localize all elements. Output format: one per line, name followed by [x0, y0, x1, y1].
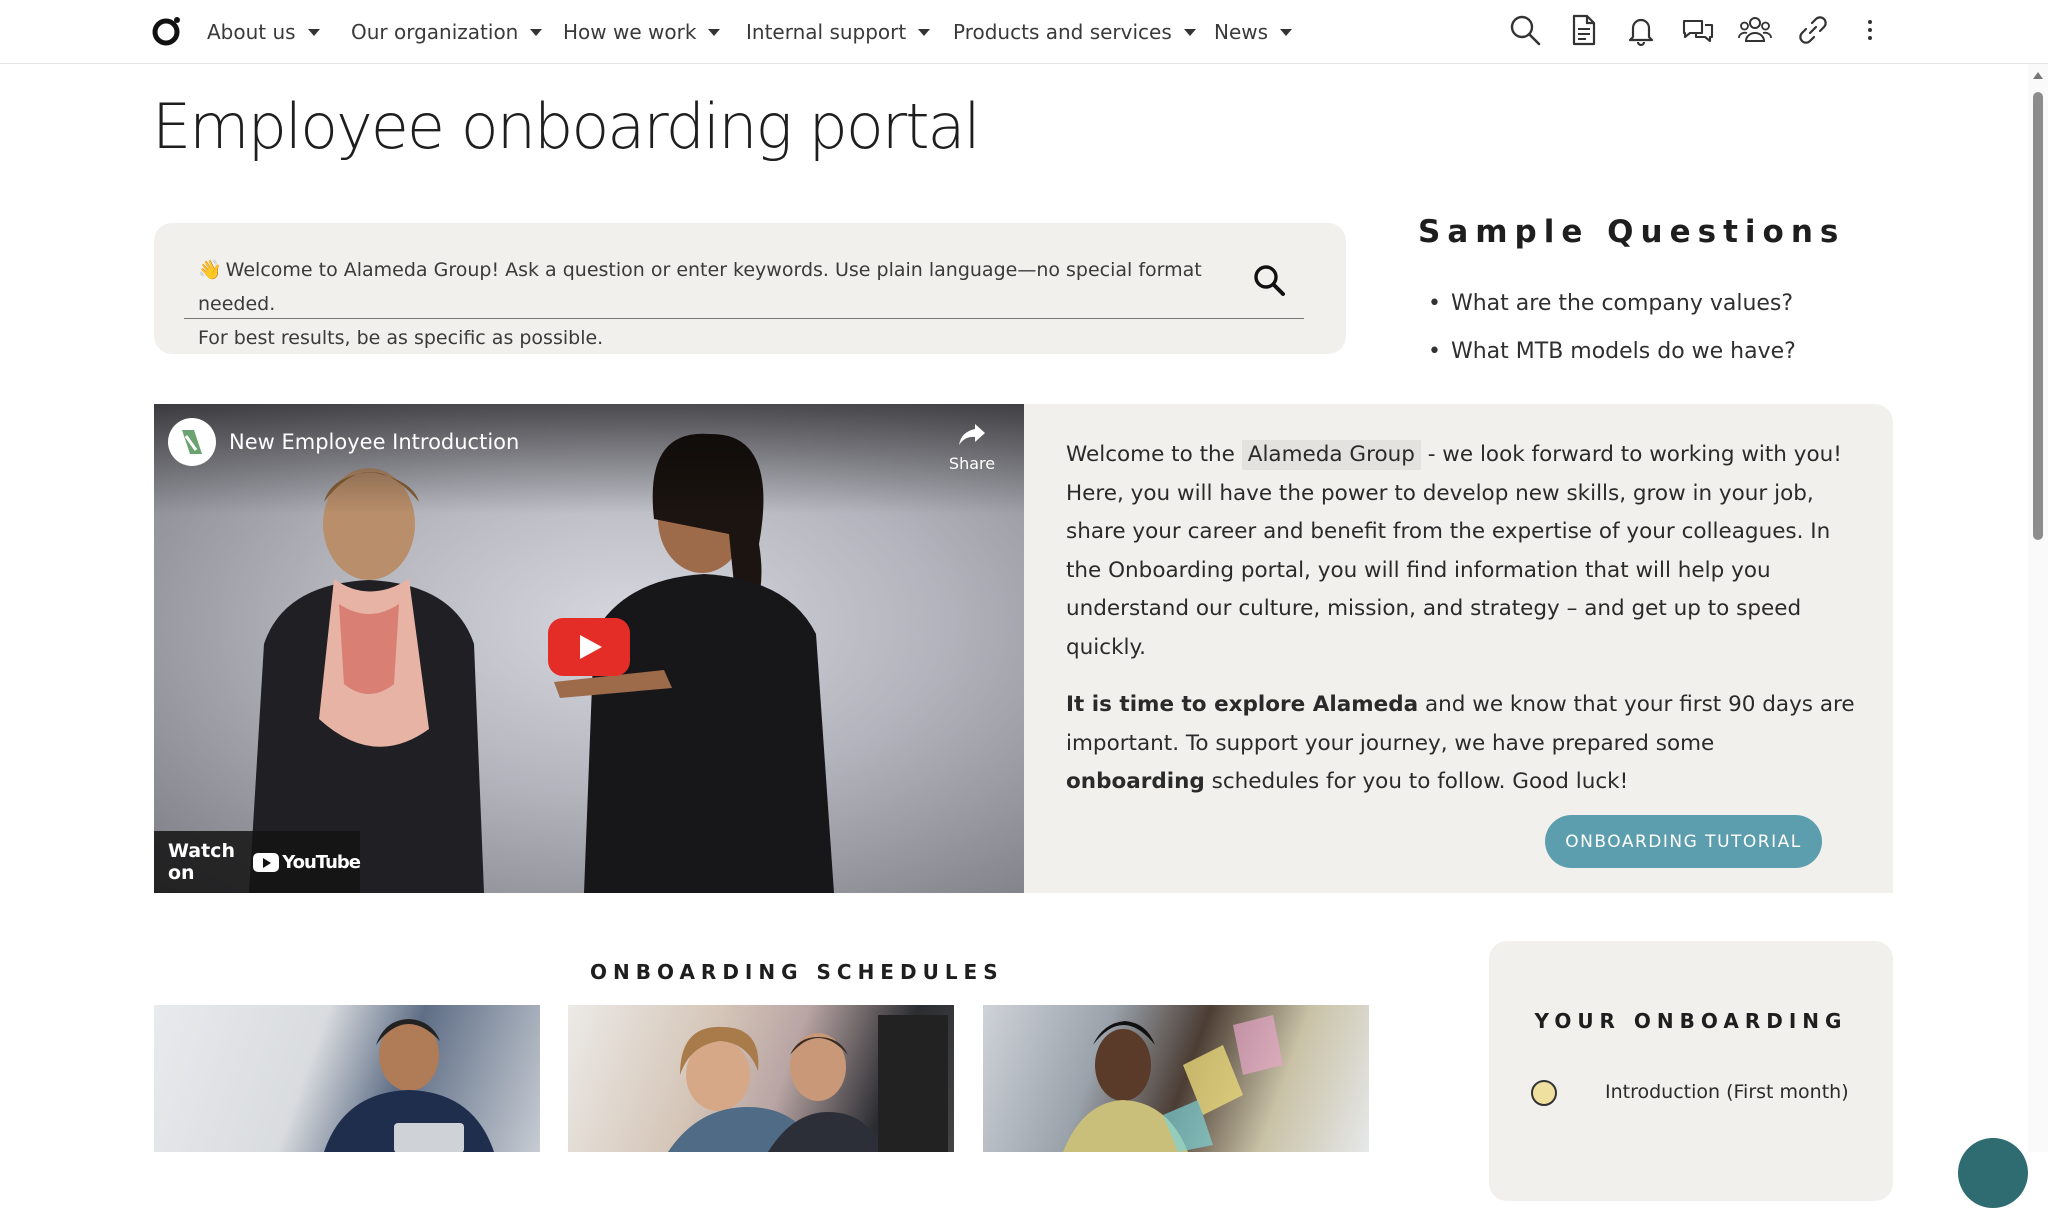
welcome-bold-text: onboarding	[1066, 769, 1205, 794]
video-top-shade	[154, 404, 1024, 514]
welcome-text-span: - we look forward to working with you! H…	[1066, 442, 1842, 660]
schedule-card-image[interactable]	[154, 1005, 540, 1152]
schedule-card-image[interactable]	[568, 1005, 954, 1152]
sample-question-item[interactable]: What MTB models do we have?	[1428, 328, 1796, 376]
nav-our-organization-label: Our organization	[351, 20, 519, 44]
nav-how-we-work[interactable]: How we work	[563, 17, 721, 47]
schedule-card-photo	[668, 1015, 948, 1152]
page-title: Employee onboarding portal	[152, 90, 981, 163]
chat-icon[interactable]	[1681, 13, 1715, 47]
schedule-card-photo	[1063, 1015, 1283, 1152]
top-navigation-bar: About us Our organization How we work In…	[0, 0, 2048, 64]
search-prompt-line-2: For best results, be as specific as poss…	[198, 327, 604, 349]
document-icon[interactable]	[1566, 13, 1600, 47]
welcome-text-span: schedules for you to follow. Good luck!	[1211, 769, 1629, 794]
bell-icon[interactable]	[1624, 13, 1658, 47]
nav-products-and-services-label: Products and services	[953, 20, 1172, 44]
nav-internal-support-label: Internal support	[746, 20, 907, 44]
onboarding-schedules-title: ONBOARDING SCHEDULES	[590, 960, 1004, 984]
search-underline	[184, 318, 1304, 319]
channel-avatar-icon[interactable]	[168, 418, 216, 466]
company-logo-icon[interactable]	[152, 16, 182, 46]
chevron-down-icon	[918, 28, 931, 36]
sample-question-item[interactable]: What are the company values?	[1428, 280, 1796, 328]
video-title[interactable]: New Employee Introduction	[229, 430, 519, 454]
welcome-text-span: Welcome to the	[1066, 442, 1235, 467]
search-input[interactable]: 👋 Welcome to Alameda Group! Ask a questio…	[198, 253, 1218, 355]
chevron-down-icon	[708, 28, 721, 36]
scroll-up-arrow-icon[interactable]	[2033, 72, 2043, 79]
nav-our-organization[interactable]: Our organization	[351, 17, 543, 47]
nav-about-us-label: About us	[207, 20, 296, 44]
share-label: Share	[948, 454, 996, 473]
schedule-card-photo	[324, 1019, 494, 1152]
floating-action-button[interactable]	[1958, 1138, 2028, 1208]
link-icon[interactable]	[1796, 13, 1830, 47]
onboarding-step-item[interactable]: Introduction (First month)	[1531, 1077, 1871, 1113]
welcome-bold-text: It is time to explore Alameda	[1066, 692, 1419, 717]
search-panel: 👋 Welcome to Alameda Group! Ask a questio…	[154, 223, 1346, 354]
people-icon[interactable]	[1738, 13, 1772, 47]
nav-internal-support[interactable]: Internal support	[746, 17, 931, 47]
share-arrow-icon	[959, 424, 985, 445]
video-player[interactable]: New Employee Introduction Share Watch on…	[154, 404, 1024, 893]
waving-hand-icon: 👋	[198, 259, 222, 281]
nav-news-label: News	[1214, 20, 1269, 44]
chevron-down-icon	[530, 28, 543, 36]
welcome-paragraph-2: It is time to explore Alameda and we kno…	[1066, 686, 1856, 802]
youtube-wordmark: YouTube	[282, 851, 361, 873]
chevron-down-icon	[1183, 28, 1196, 36]
youtube-logo-icon: YouTube	[253, 851, 361, 873]
onboarding-tutorial-button[interactable]: ONBOARDING TUTORIAL	[1545, 815, 1822, 868]
search-prompt-line-1: Welcome to Alameda Group! Ask a question…	[198, 259, 1202, 315]
nav-about-us[interactable]: About us	[207, 17, 320, 47]
chevron-down-icon	[307, 28, 320, 36]
search-submit-icon[interactable]	[1250, 261, 1290, 301]
search-icon[interactable]	[1508, 13, 1542, 47]
sample-questions-title: Sample Questions	[1418, 214, 1846, 250]
page-scrollbar[interactable]	[2028, 64, 2048, 1152]
chevron-down-icon	[1280, 28, 1293, 36]
watch-on-youtube-button[interactable]: Watch on YouTube	[154, 831, 361, 893]
nav-products-and-services[interactable]: Products and services	[953, 17, 1196, 47]
company-name-chip: Alameda Group	[1241, 440, 1421, 470]
scrollbar-thumb[interactable]	[2033, 92, 2043, 540]
sample-questions-list: What are the company values? What MTB mo…	[1428, 280, 1796, 376]
your-onboarding-panel: YOUR ONBOARDING Introduction (First mont…	[1489, 941, 1893, 1201]
nav-how-we-work-label: How we work	[563, 20, 697, 44]
step-status-dot-icon	[1531, 1080, 1557, 1106]
welcome-text: Welcome to the Alameda Group - we look f…	[1066, 436, 1856, 821]
schedule-card-image[interactable]	[983, 1005, 1369, 1152]
play-button-icon[interactable]	[548, 618, 630, 676]
welcome-paragraph-1: Welcome to the Alameda Group - we look f…	[1066, 436, 1856, 667]
share-button[interactable]: Share	[944, 422, 1000, 473]
more-icon[interactable]	[1853, 13, 1887, 47]
your-onboarding-title: YOUR ONBOARDING	[1534, 1009, 1848, 1033]
watch-on-label: Watch on	[168, 840, 235, 884]
nav-news[interactable]: News	[1214, 17, 1293, 47]
onboarding-step-label: Introduction (First month)	[1605, 1081, 1849, 1103]
